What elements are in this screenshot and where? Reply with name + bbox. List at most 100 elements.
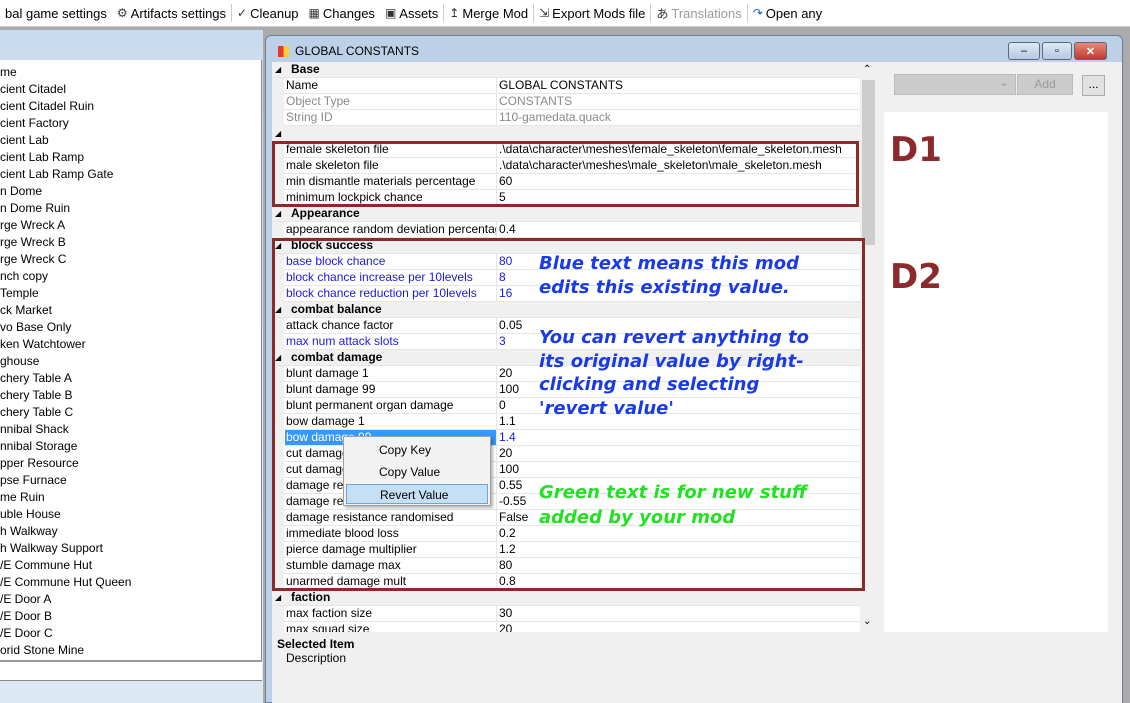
list-item[interactable]: h Walkway (0, 523, 261, 540)
category-label: Base (291, 62, 320, 76)
grid-row[interactable]: max squad size 20 (272, 622, 860, 632)
list-item[interactable]: ck Market (0, 302, 261, 319)
list-item[interactable]: n Dome Ruin (0, 200, 261, 217)
property-value[interactable]: CONSTANTS (499, 94, 572, 109)
list-item[interactable]: nnibal Storage (0, 438, 261, 455)
row-gutter (272, 110, 284, 126)
scroll-up-icon[interactable]: ⌃ (863, 64, 871, 75)
grid-row[interactable]: appearance random deviation percentage 0.… (272, 222, 860, 238)
toolbar-button-label: Export Mods file (552, 5, 646, 21)
property-value[interactable]: 0.4 (499, 222, 516, 237)
category-label (290, 126, 502, 141)
grid-category[interactable]: ◢ Base (272, 62, 860, 78)
scroll-down-icon[interactable]: ⌄ (863, 616, 871, 627)
list-item[interactable]: nch copy (0, 268, 261, 285)
menu-item-copy-value[interactable]: Copy Value (346, 462, 488, 482)
grid-row[interactable]: max faction size 30 (272, 606, 860, 622)
context-menu: Copy Key Copy Value Revert Value (343, 436, 491, 506)
property-value[interactable]: GLOBAL CONSTANTS (499, 78, 623, 93)
list-item[interactable]: /E Door A (0, 591, 261, 608)
revert-note: You can revert anything to its original v… (539, 326, 809, 420)
category-label: faction (291, 590, 331, 604)
list-item[interactable]: rge Wreck C (0, 251, 261, 268)
list-item[interactable]: n Dome (0, 183, 261, 200)
grid-category[interactable]: ◢ (272, 126, 860, 142)
list-item[interactable]: cient Lab Ramp Gate (0, 166, 261, 183)
annotation-line: You can revert anything to (539, 327, 810, 348)
annotation-line: clicking and selecting (539, 374, 760, 395)
row-gutter (272, 222, 284, 238)
list-item[interactable]: ghouse (0, 353, 261, 370)
type-dropdown[interactable]: ⌄ (894, 74, 1016, 95)
more-button[interactable]: ... (1082, 75, 1105, 96)
collapse-icon[interactable]: ◢ (275, 62, 281, 77)
toolbar-button-open-any[interactable]: ↷ Open any (748, 2, 827, 24)
list-item[interactable]: /E Door C (0, 625, 261, 642)
description-text: Description (286, 651, 347, 665)
grid-category[interactable]: ◢ Appearance (272, 206, 860, 222)
list-item[interactable]: chery Table C (0, 404, 261, 421)
changes-icon: ▦ (308, 6, 320, 20)
toolbar-button-label: Artifacts settings (130, 5, 227, 21)
property-name: Name (285, 78, 497, 93)
window-title: GLOBAL CONSTANTS (295, 44, 420, 58)
list-item[interactable]: Temple (0, 285, 261, 302)
list-item[interactable]: rge Wreck B (0, 234, 261, 251)
export-icon: ⇲ (539, 6, 550, 20)
grid-row[interactable]: String ID 110-gamedata.quack (272, 110, 860, 126)
toolbar-button-artifacts-settings[interactable]: ⚙ Artifacts settings (112, 2, 231, 24)
toolbar: bal game settings ⚙ Artifacts settings ✓ Cle… (0, 0, 1130, 27)
list-item[interactable]: pse Furnace (0, 472, 261, 489)
toolbar-button-changes[interactable]: ▦ Changes (304, 2, 380, 24)
collapse-icon[interactable]: ◢ (275, 126, 281, 141)
item-list[interactable]: me cient Citadel cient Citadel Ruin cient F… (0, 60, 262, 660)
grid-category[interactable]: ◢ faction (272, 590, 860, 606)
list-item[interactable]: cient Citadel Ruin (0, 98, 261, 115)
reference-list[interactable] (884, 112, 1108, 632)
list-item[interactable]: vo Base Only (0, 319, 261, 336)
add-button[interactable]: Add (1017, 74, 1073, 95)
list-item[interactable]: cient Factory (0, 115, 261, 132)
list-item[interactable]: /E Door B (0, 608, 261, 625)
collapse-icon[interactable]: ◢ (275, 206, 281, 221)
menu-item-copy-key[interactable]: Copy Key (346, 440, 488, 460)
list-item[interactable]: chery Table A (0, 370, 261, 387)
list-item[interactable]: uble House (0, 506, 261, 523)
list-item[interactable]: me Ruin (0, 489, 261, 506)
list-item[interactable]: chery Table B (0, 387, 261, 404)
list-item[interactable]: cient Lab Ramp (0, 149, 261, 166)
left-search-field[interactable] (0, 660, 262, 680)
scrollbar-thumb[interactable] (862, 80, 875, 245)
toolbar-button-assets[interactable]: ▣ Assets (380, 2, 443, 24)
toolbar-button-export-mods-file[interactable]: ⇲ Export Mods file (534, 2, 650, 24)
list-item[interactable]: nnibal Shack (0, 421, 261, 438)
maximize-button[interactable]: ▫ (1042, 42, 1072, 60)
list-item[interactable]: /E Commune Hut Queen (0, 574, 261, 591)
menu-item-revert-value[interactable]: Revert Value (346, 484, 488, 504)
list-item[interactable]: orid Stone Mine (0, 642, 261, 659)
window-title-bar: GLOBAL CONSTANTS (278, 44, 419, 58)
toolbar-button-merge-mod[interactable]: ↥ Merge Mod (444, 2, 533, 24)
row-gutter (272, 78, 284, 94)
list-item[interactable]: me (0, 64, 261, 81)
minimize-button[interactable]: – (1008, 42, 1040, 60)
list-item[interactable]: rge Wreck A (0, 217, 261, 234)
collapse-icon[interactable]: ◢ (275, 590, 281, 605)
list-item[interactable]: cient Lab (0, 132, 261, 149)
row-gutter (272, 606, 284, 622)
toolbar-button-translations[interactable]: あ Translations (651, 2, 746, 24)
grid-row[interactable]: Name GLOBAL CONSTANTS (272, 78, 860, 94)
toolbar-button-bal-game-settings[interactable]: bal game settings (0, 2, 112, 24)
property-value[interactable]: 30 (499, 606, 512, 621)
list-item[interactable]: ken Watchtower (0, 336, 261, 353)
list-item[interactable]: cient Citadel (0, 81, 261, 98)
grid-row[interactable]: Object Type CONSTANTS (272, 94, 860, 110)
list-item[interactable]: h Walkway Support (0, 540, 261, 557)
property-name: max faction size (285, 606, 497, 621)
toolbar-button-cleanup[interactable]: ✓ Cleanup (232, 2, 304, 24)
list-item[interactable]: /E Commune Hut (0, 557, 261, 574)
property-value[interactable]: 20 (499, 622, 512, 632)
property-value[interactable]: 110-gamedata.quack (499, 110, 611, 125)
list-item[interactable]: pper Resource (0, 455, 261, 472)
close-button[interactable]: ✕ (1074, 42, 1107, 60)
